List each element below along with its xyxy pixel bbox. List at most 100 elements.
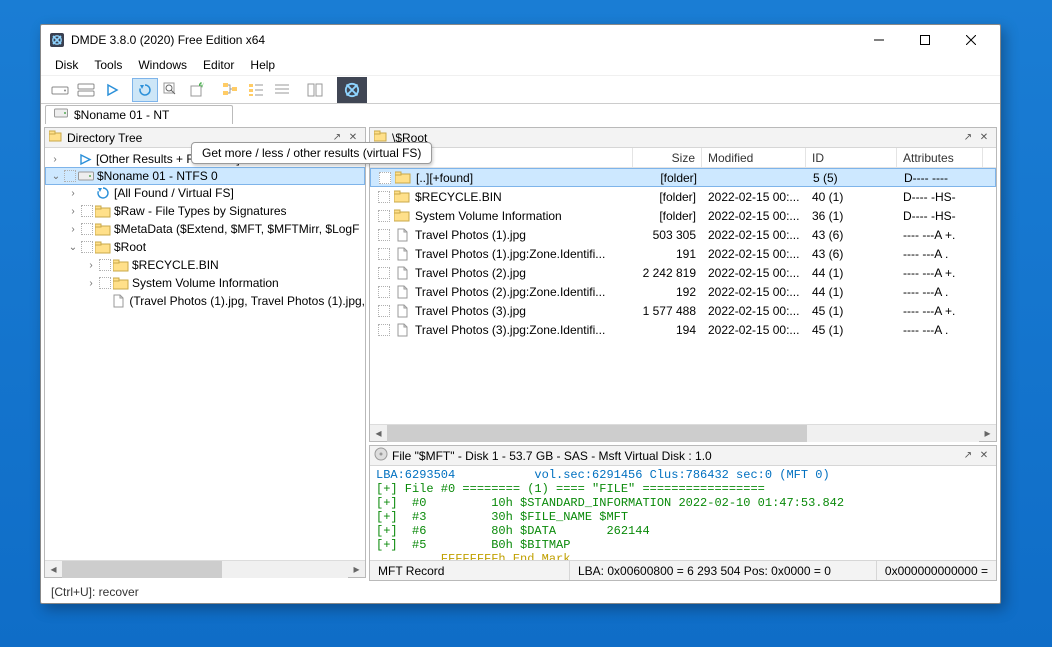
toolbar-new-icon[interactable] [184,78,210,102]
file-grid[interactable]: Name Size Modified ID Attributes [..][+f… [370,148,996,424]
table-row[interactable]: [..][+found][folder]5 (5)D---- ---- [370,168,996,187]
file-icon [394,228,410,242]
expander-icon[interactable]: ⌄ [67,242,79,253]
file-size: 194 [633,323,702,337]
grid-header[interactable]: Name Size Modified ID Attributes [370,148,996,168]
toolbar-drive-icon[interactable] [47,78,73,102]
scroll-right-icon[interactable]: ▸ [348,561,365,578]
minimize-button[interactable] [856,26,902,54]
right-column: \$Root ↗ ✕ Name Size Modified ID Attribu… [369,124,1000,581]
tree-row[interactable]: ⌄$Noname 01 - NTFS 0 [45,167,365,185]
file-id: 43 (6) [806,247,897,261]
hex-status-right: 0x000000000000 = [877,561,996,580]
tree-label: (Travel Photos (1).jpg, Travel Photos (1… [129,294,365,308]
file-name: System Volume Information [415,209,562,223]
checkbox[interactable] [99,259,111,271]
scroll-left-icon[interactable]: ◂ [45,561,62,578]
file-size: [folder] [633,209,702,223]
menu-windows[interactable]: Windows [130,55,195,75]
hex-viewer-body[interactable]: LBA:6293504 vol.sec:6291456 Clus:786432 … [370,466,996,560]
table-row[interactable]: Travel Photos (3).jpg1 577 4882022-02-15… [370,301,996,320]
toolbar-drives-icon[interactable] [73,78,99,102]
checkbox[interactable] [378,210,390,222]
expander-icon[interactable]: › [85,278,97,289]
file-list-header: \$Root ↗ ✕ [370,128,996,148]
toolbar-columns-icon[interactable] [302,78,328,102]
table-row[interactable]: Travel Photos (1).jpg:Zone.Identifi...19… [370,244,996,263]
col-size[interactable]: Size [633,148,702,167]
file-name: Travel Photos (2).jpg [415,266,526,280]
maximize-button[interactable] [902,26,948,54]
toolbar-list-icon[interactable] [243,78,269,102]
file-modified: 2022-02-15 00:... [702,266,806,280]
scroll-right-icon[interactable]: ▸ [979,425,996,442]
checkbox[interactable] [378,324,390,336]
checkbox[interactable] [378,286,390,298]
col-modified[interactable]: Modified [702,148,806,167]
checkbox[interactable] [378,191,390,203]
menu-tools[interactable]: Tools [86,55,130,75]
tree-hscrollbar[interactable]: ◂ ▸ [45,560,365,577]
toolbar-tree-icon[interactable] [217,78,243,102]
checkbox[interactable] [64,170,76,182]
table-row[interactable]: Travel Photos (2).jpg:Zone.Identifi...19… [370,282,996,301]
expander-icon[interactable]: ⌄ [50,171,62,182]
checkbox[interactable] [81,205,93,217]
tree-row[interactable]: ⌄ $Root [45,238,365,256]
checkbox[interactable] [378,267,390,279]
col-id[interactable]: ID [806,148,897,167]
tree-row[interactable]: ›$Raw - File Types by Signatures [45,202,365,220]
menu-editor[interactable]: Editor [195,55,242,75]
file-attributes: D---- ---- [898,171,984,185]
pane-close-icon[interactable]: ✕ [976,448,992,464]
tree-row[interactable]: ›[All Found / Virtual FS] [45,184,365,202]
pane-title: Directory Tree [67,131,142,145]
table-row[interactable]: $RECYCLE.BIN[folder]2022-02-15 00:...40 … [370,187,996,206]
table-row[interactable]: Travel Photos (2).jpg2 242 8192022-02-15… [370,263,996,282]
menu-disk[interactable]: Disk [47,55,86,75]
file-modified: 2022-02-15 00:... [702,209,806,223]
expander-icon[interactable]: › [49,154,61,165]
checkbox[interactable] [99,277,111,289]
menu-help[interactable]: Help [242,55,283,75]
expander-icon[interactable]: › [67,224,79,235]
toolbar-details-icon[interactable] [269,78,295,102]
tree-row[interactable]: (Travel Photos (1).jpg, Travel Photos (1… [45,292,365,310]
file-icon [394,304,410,318]
table-row[interactable]: System Volume Information [folder]2022-02… [370,206,996,225]
grid-hscrollbar[interactable]: ◂ ▸ [370,424,996,441]
toolbar-search-icon[interactable] [158,78,184,102]
tree-label: $Root [114,240,146,254]
pane-close-icon[interactable]: ✕ [976,130,992,146]
toolbar-play-icon[interactable] [99,78,125,102]
hex-status-label: MFT Record [370,561,570,580]
table-row[interactable]: Travel Photos (3).jpg:Zone.Identifi...19… [370,320,996,339]
checkbox[interactable] [378,229,390,241]
checkbox[interactable] [81,241,93,253]
pane-popout-icon[interactable]: ↗ [960,130,976,146]
checkbox[interactable] [378,305,390,317]
tree-row[interactable]: ›$MetaData ($Extend, $MFT, $MFTMirr, $Lo… [45,220,365,238]
expander-icon[interactable]: › [85,260,97,271]
toolbar-logo-icon[interactable] [337,77,367,103]
directory-tree[interactable]: ›[Other Results + Full Scan]⌄$Noname 01 … [45,148,365,560]
file-size: [folder] [633,190,702,204]
file-size: [folder] [634,171,703,185]
file-list-pane: \$Root ↗ ✕ Name Size Modified ID Attribu… [369,127,997,442]
expander-icon[interactable]: › [67,188,79,199]
scroll-left-icon[interactable]: ◂ [370,425,387,442]
toolbar-refresh-results-button[interactable] [132,78,158,102]
tree-row[interactable]: ›$RECYCLE.BIN [45,256,365,274]
expander-icon[interactable] [85,296,96,307]
tab-volume[interactable]: $Noname 01 - NT [45,105,233,124]
status-bar: [Ctrl+U]: recover [41,581,1000,603]
col-attributes[interactable]: Attributes [897,148,983,167]
checkbox[interactable] [378,248,390,260]
checkbox[interactable] [379,172,391,184]
checkbox[interactable] [81,223,93,235]
expander-icon[interactable]: › [67,206,79,217]
table-row[interactable]: Travel Photos (1).jpg503 3052022-02-15 0… [370,225,996,244]
close-button[interactable] [948,26,994,54]
pane-popout-icon[interactable]: ↗ [960,448,976,464]
tree-row[interactable]: ›System Volume Information [45,274,365,292]
